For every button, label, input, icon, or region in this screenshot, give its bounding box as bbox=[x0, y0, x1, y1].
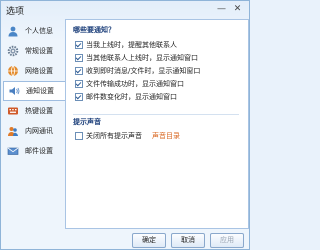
sidebar-item-intranet-chat[interactable]: 内网通讯 bbox=[3, 121, 65, 141]
option-label: 当我上线时，提醒其他联系人 bbox=[86, 41, 177, 49]
checkbox[interactable] bbox=[75, 41, 83, 49]
option-notify-message-received[interactable]: 收到即时消息/文件时，显示通知窗口 bbox=[75, 66, 200, 76]
gear-icon bbox=[7, 45, 19, 57]
option-label: 当其他联系人上线时，显示通知窗口 bbox=[86, 54, 198, 62]
sidebar-item-label: 个人信息 bbox=[25, 27, 53, 35]
option-label: 关闭所有提示声音 bbox=[86, 132, 142, 140]
title-bar: 选项 — ✕ bbox=[1, 1, 249, 18]
mail-icon bbox=[7, 145, 19, 157]
sidebar-item-notifications[interactable]: 通知设置 bbox=[3, 81, 65, 101]
option-label: 邮件数变化时，显示通知窗口 bbox=[86, 93, 177, 101]
apply-button[interactable]: 应用 bbox=[210, 233, 244, 248]
ok-button[interactable]: 确定 bbox=[132, 233, 166, 248]
checkbox[interactable] bbox=[75, 54, 83, 62]
options-window: 选项 — ✕ 个人信息 常规设置 网络设置 通知设置 热键设置 内网通讯 邮件设… bbox=[0, 0, 250, 250]
sidebar-item-network[interactable]: 网络设置 bbox=[3, 61, 65, 81]
sidebar: 个人信息 常规设置 网络设置 通知设置 热键设置 内网通讯 邮件设置 bbox=[3, 19, 65, 189]
sidebar-item-general[interactable]: 常规设置 bbox=[3, 41, 65, 61]
network-icon bbox=[7, 65, 19, 77]
checkbox[interactable] bbox=[75, 93, 83, 101]
checkbox[interactable] bbox=[75, 80, 83, 88]
speaker-icon bbox=[8, 85, 20, 97]
sound-section-title: 提示声音 bbox=[73, 118, 101, 126]
close-button[interactable]: ✕ bbox=[230, 2, 245, 16]
sidebar-item-label: 通知设置 bbox=[26, 87, 54, 95]
cancel-button[interactable]: 取消 bbox=[171, 233, 205, 248]
sidebar-item-label: 热键设置 bbox=[25, 107, 53, 115]
option-notify-contacts-on-my-login[interactable]: 当我上线时，提醒其他联系人 bbox=[75, 40, 177, 50]
option-notify-file-transfer[interactable]: 文件传输成功时，显示通知窗口 bbox=[75, 79, 184, 89]
option-label: 文件传输成功时，显示通知窗口 bbox=[86, 80, 184, 88]
chat-icon bbox=[7, 125, 19, 137]
section-divider bbox=[73, 114, 239, 115]
sidebar-item-label: 常规设置 bbox=[25, 47, 53, 55]
sidebar-item-hotkeys[interactable]: 热键设置 bbox=[3, 101, 65, 121]
sidebar-item-label: 网络设置 bbox=[25, 67, 53, 75]
notify-section-title: 哪些要通知？ bbox=[73, 26, 115, 34]
sound-directory-link[interactable]: 声音目录 bbox=[152, 131, 180, 141]
option-label: 收到即时消息/文件时，显示通知窗口 bbox=[86, 67, 201, 75]
checkbox[interactable] bbox=[75, 67, 83, 75]
option-notify-mail-count[interactable]: 邮件数变化时，显示通知窗口 bbox=[75, 92, 177, 102]
sidebar-item-mail[interactable]: 邮件设置 bbox=[3, 141, 65, 161]
minimize-button[interactable]: — bbox=[214, 2, 229, 16]
keyboard-icon bbox=[7, 105, 19, 117]
checkbox[interactable] bbox=[75, 132, 83, 140]
sidebar-item-profile[interactable]: 个人信息 bbox=[3, 21, 65, 41]
sidebar-item-label: 邮件设置 bbox=[25, 147, 53, 155]
option-mute-all-sounds[interactable]: 关闭所有提示声音 声音目录 bbox=[75, 131, 180, 141]
person-icon bbox=[7, 25, 19, 37]
sidebar-item-label: 内网通讯 bbox=[25, 127, 53, 135]
dialog-footer: 确定 取消 应用 bbox=[1, 229, 249, 249]
window-title: 选项 bbox=[6, 7, 25, 17]
option-notify-contact-online[interactable]: 当其他联系人上线时，显示通知窗口 bbox=[75, 53, 198, 63]
notification-settings-panel: 哪些要通知？ 当我上线时，提醒其他联系人 当其他联系人上线时，显示通知窗口 收到… bbox=[65, 19, 249, 229]
